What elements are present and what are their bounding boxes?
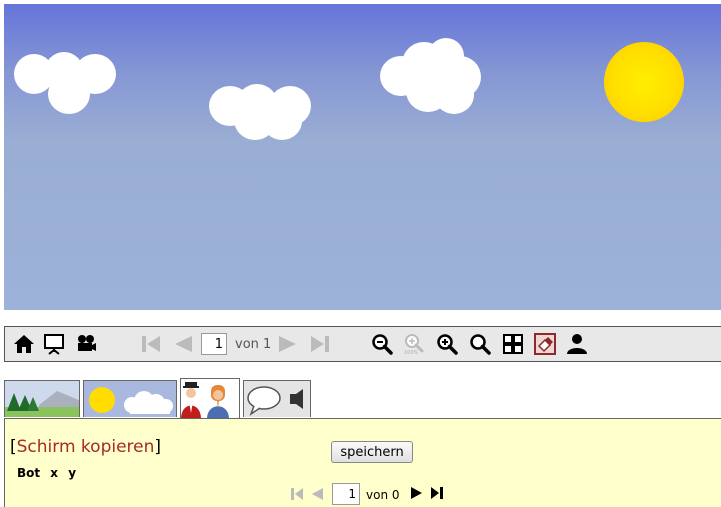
home-icon[interactable] — [12, 332, 36, 356]
first-page-icon — [139, 332, 163, 356]
list-last-icon[interactable] — [430, 485, 444, 504]
zoom-in-icon[interactable] — [435, 332, 459, 356]
last-page-icon — [308, 332, 332, 356]
zoom-out-icon[interactable] — [370, 332, 394, 356]
tab-landscape[interactable] — [4, 380, 80, 417]
svg-text:100%: 100% — [404, 350, 419, 355]
bracket-open: [ — [10, 437, 17, 457]
sun-image[interactable] — [604, 42, 684, 122]
main-toolbar: von 1 100% — [4, 326, 721, 362]
tab-speech[interactable] — [243, 380, 311, 417]
grid-icon[interactable] — [501, 332, 525, 356]
previous-page-icon — [171, 332, 195, 356]
page-count-label: von 1 — [235, 337, 272, 352]
presentation-icon[interactable] — [42, 332, 66, 356]
list-first-icon — [290, 486, 304, 505]
zoom-100-icon: 100% — [402, 332, 426, 356]
zoom-fit-icon[interactable] — [468, 332, 492, 356]
scene-panel: [Schirm kopieren] Bot x y speichern von … — [4, 418, 721, 507]
column-headers: Bot x y — [17, 466, 77, 480]
page-number-input[interactable] — [201, 333, 227, 355]
scene-canvas[interactable] — [4, 4, 721, 310]
list-next-icon[interactable] — [410, 485, 424, 504]
bracket-close: ] — [154, 437, 162, 457]
camera-icon[interactable] — [74, 332, 98, 356]
tab-sky[interactable] — [83, 380, 177, 417]
list-page-count: von 0 — [366, 488, 400, 502]
list-previous-icon — [310, 486, 324, 505]
copy-screen-link[interactable]: [Schirm kopieren] — [10, 437, 161, 457]
tab-characters[interactable] — [180, 378, 240, 420]
user-icon[interactable] — [565, 332, 589, 356]
save-button[interactable]: speichern — [331, 441, 413, 463]
copy-screen-label[interactable]: Schirm kopieren — [17, 437, 155, 457]
next-page-icon — [276, 332, 300, 356]
list-page-input[interactable] — [332, 483, 360, 505]
eraser-icon[interactable] — [533, 332, 557, 356]
